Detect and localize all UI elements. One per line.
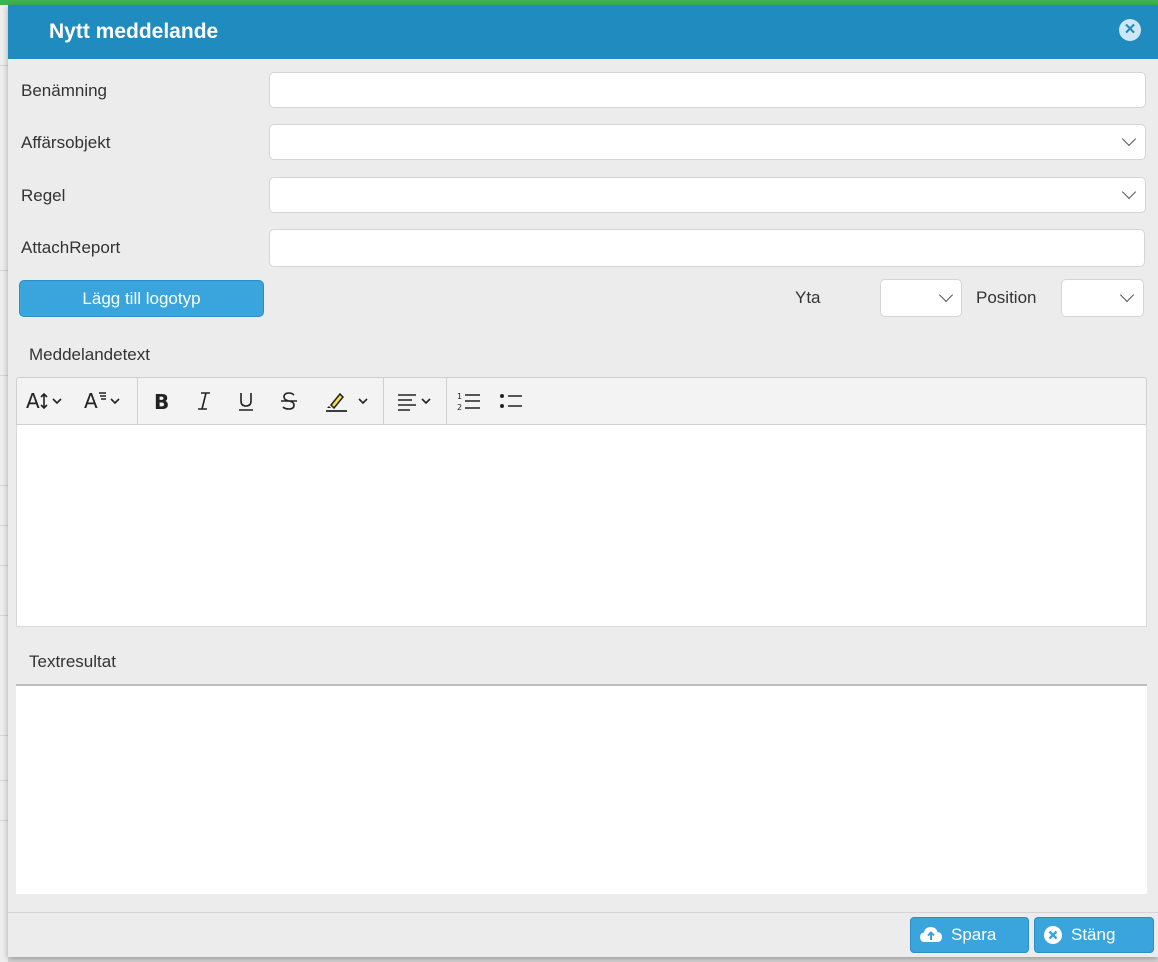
close-button[interactable]: Stäng: [1034, 917, 1154, 953]
dialog-title: Nytt meddelande: [49, 20, 219, 43]
font-family-icon[interactable]: A: [77, 378, 131, 424]
attachreport-input[interactable]: [269, 229, 1145, 267]
bullet-list-icon[interactable]: [495, 378, 527, 424]
align-left-icon[interactable]: [391, 378, 441, 424]
svg-text:1: 1: [457, 392, 462, 401]
text-result-area[interactable]: [16, 686, 1147, 894]
close-circle-icon: [1044, 926, 1062, 944]
background-divider: [0, 615, 8, 616]
svg-text:B: B: [154, 390, 169, 413]
yta-select[interactable]: [880, 279, 962, 317]
regel-select[interactable]: [269, 177, 1146, 213]
background-divider: [0, 270, 8, 271]
position-label: Position: [976, 288, 1037, 307]
ordered-list-icon[interactable]: 1 2: [453, 378, 485, 424]
bold-icon[interactable]: B: [147, 378, 177, 424]
background-divider: [0, 65, 8, 66]
background-window-edge: [0, 5, 8, 962]
chevron-down-icon: [1121, 131, 1137, 147]
yta-label: Yta: [795, 288, 821, 307]
background-divider: [0, 485, 8, 486]
attachreport-label: AttachReport: [21, 238, 121, 257]
message-text-label: Meddelandetext: [29, 345, 150, 364]
save-label: Spara: [951, 925, 997, 944]
italic-icon[interactable]: [189, 378, 219, 424]
chevron-down-icon: [1121, 184, 1137, 200]
regel-label: Regel: [21, 186, 66, 205]
benamning-input[interactable]: [269, 72, 1146, 108]
strikethrough-icon[interactable]: [274, 378, 304, 424]
toolbar-separator: [383, 378, 384, 424]
background-divider: [0, 735, 8, 736]
editor-toolbar: A A B 1 2: [16, 377, 1147, 425]
background-divider: [0, 820, 8, 821]
add-logo-button[interactable]: Lägg till logotyp: [19, 280, 264, 317]
toolbar-separator: [137, 378, 138, 424]
background-divider: [0, 375, 8, 376]
cloud-upload-icon: [920, 927, 942, 942]
close-icon[interactable]: ✕: [1119, 19, 1141, 41]
background-divider: [0, 565, 8, 566]
new-message-dialog: Nytt meddelande ✕ Benämning Affärsobjekt…: [8, 5, 1158, 957]
highlight-icon[interactable]: [317, 378, 377, 424]
dialog-titlebar: Nytt meddelande ✕: [8, 5, 1158, 59]
background-divider: [0, 780, 8, 781]
footer-divider: [8, 912, 1158, 913]
chevron-down-icon: [1119, 287, 1135, 303]
font-size-icon[interactable]: A: [21, 378, 71, 424]
benamning-label: Benämning: [21, 81, 108, 100]
background-divider: [0, 525, 8, 526]
toolbar-separator: [446, 378, 447, 424]
save-button[interactable]: Spara: [910, 917, 1029, 953]
text-result-label: Textresultat: [29, 652, 116, 671]
message-text-editor[interactable]: [16, 425, 1147, 627]
underline-icon[interactable]: [231, 378, 261, 424]
chevron-down-icon: [938, 287, 954, 303]
position-select[interactable]: [1061, 279, 1144, 317]
affarsobjekt-label: Affärsobjekt: [21, 133, 111, 152]
close-label: Stäng: [1071, 925, 1116, 944]
affarsobjekt-select[interactable]: [269, 124, 1146, 160]
svg-text:A: A: [26, 389, 40, 413]
svg-text:2: 2: [457, 403, 462, 412]
svg-text:A: A: [84, 389, 98, 413]
